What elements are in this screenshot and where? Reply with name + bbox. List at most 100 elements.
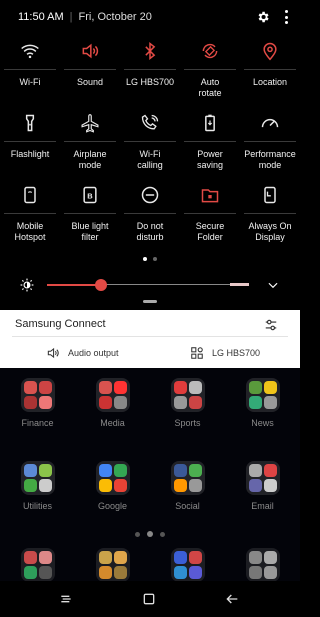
tile-divider [124, 69, 176, 70]
folder-icon [20, 461, 55, 495]
brightness-track-end [230, 283, 249, 286]
quick-setting-performance-mode[interactable]: Performance mode [240, 108, 300, 180]
brightness-track[interactable] [101, 284, 231, 285]
folder-icon [170, 378, 205, 412]
quick-setting-sound[interactable]: Sound [60, 36, 120, 108]
home-folder-media[interactable]: Media [75, 378, 150, 428]
tile-divider [124, 141, 176, 142]
wifi-calling-icon [139, 112, 161, 134]
quick-setting-label: Flashlight [10, 149, 50, 159]
quick-setting-label: Power saving [196, 149, 223, 170]
home-folder-label: Finance [21, 418, 54, 428]
dock-phone-app[interactable] [0, 548, 75, 582]
brightness-slider-handle[interactable] [95, 279, 107, 291]
quick-setting-mobile-hotspot[interactable]: Mobile Hotspot [0, 180, 60, 252]
home-page-dot [160, 531, 165, 537]
back-arrow-icon[interactable] [224, 591, 240, 607]
quick-setting-label: Airplane mode [73, 149, 107, 170]
quick-setting-label: LG HBS700 [125, 77, 175, 87]
tile-divider [64, 141, 116, 142]
power-saving-icon [199, 112, 221, 134]
home-folder-social[interactable]: Social [150, 461, 225, 511]
folder-icon [20, 378, 55, 412]
sliders-icon[interactable] [264, 318, 278, 332]
page-dot [153, 257, 157, 261]
gear-icon[interactable] [256, 10, 270, 24]
audio-output-label: Audio output [68, 348, 119, 358]
quick-setting-flashlight[interactable]: Flashlight [0, 108, 60, 180]
folder-icon [245, 461, 280, 495]
home-folder-google[interactable]: Google [75, 461, 150, 511]
quick-setting-blue-light-filter[interactable]: B Blue light filter [60, 180, 120, 252]
home-folder-label: Media [100, 418, 125, 428]
chevron-down-icon[interactable] [266, 278, 280, 292]
wifi-icon [19, 40, 41, 62]
quick-setting-label: Sound [76, 77, 104, 87]
home-screen: Finance Media Sports News Utilities Google So… [0, 368, 300, 617]
tile-divider [244, 213, 296, 214]
quick-setting-secure-folder[interactable]: Secure Folder [180, 180, 240, 252]
home-folder-label: Google [97, 501, 128, 511]
status-bar: 11:50 AM | Fri, October 20 [0, 0, 300, 34]
quick-setting-lg-hbs700[interactable]: LG HBS700 [120, 36, 180, 108]
recents-icon[interactable] [58, 591, 74, 607]
device-button[interactable]: LG HBS700 [190, 346, 260, 360]
speaker-icon [79, 40, 101, 62]
svg-text:B: B [87, 191, 93, 200]
tile-divider [64, 69, 116, 70]
quick-setting-label: Wi-Fi calling [137, 149, 163, 170]
home-icon[interactable] [141, 591, 157, 607]
navigation-bar [0, 581, 300, 617]
home-folder-news[interactable]: News [225, 378, 300, 428]
quick-setting-label: Location [252, 77, 288, 87]
quick-setting-airplane-mode[interactable]: Airplane mode [60, 108, 120, 180]
tile-divider [64, 213, 116, 214]
location-pin-icon [259, 40, 281, 62]
samsung-connect-panel: Samsung Connect Audio output LG HBS700 [0, 310, 300, 368]
device-grid-icon [191, 347, 203, 359]
tile-divider [184, 213, 236, 214]
tile-divider [4, 69, 56, 70]
always-on-display-icon [259, 184, 281, 206]
panel-drag-handle[interactable] [143, 300, 157, 303]
home-page-indicator [0, 531, 300, 537]
home-folder-utilities[interactable]: Utilities [0, 461, 75, 511]
quick-setting-auto-rotate[interactable]: Auto rotate [180, 36, 240, 108]
home-page-dot [135, 531, 140, 537]
quick-setting-label: Mobile Hotspot [14, 221, 46, 242]
quick-settings-page-indicator [0, 257, 300, 261]
home-folder-email[interactable]: Email [225, 461, 300, 511]
clock: 11:50 AM [18, 11, 64, 23]
quick-setting-always-on-display[interactable]: Always On Display [240, 180, 300, 252]
quick-setting-label: Performance mode [244, 149, 296, 170]
quick-setting-do-not-disturb[interactable]: Do not disturb [120, 180, 180, 252]
dock-apps-app[interactable] [150, 548, 225, 582]
quick-setting-wi-fi[interactable]: Wi-Fi [0, 36, 60, 108]
status-separator: | [69, 11, 73, 23]
home-folder-label: Utilities [22, 501, 52, 511]
more-vertical-icon[interactable] [284, 10, 288, 24]
speaker-waves-icon [47, 347, 59, 359]
home-page-dot-active [147, 531, 153, 537]
folder-icon [170, 461, 205, 495]
dock-messages-app[interactable] [75, 548, 150, 582]
page-dot-active [143, 257, 147, 261]
date: Fri, October 20 [78, 11, 152, 23]
flashlight-icon [19, 112, 41, 134]
home-folder-sports[interactable]: Sports [150, 378, 225, 428]
folder-icon [245, 378, 280, 412]
secure-folder-icon [199, 184, 221, 206]
brightness-auto-icon[interactable] [20, 278, 34, 292]
quick-setting-label: Wi-Fi [19, 77, 41, 87]
quick-setting-location[interactable]: Location [240, 36, 300, 108]
airplane-icon [79, 112, 101, 134]
home-row: Finance Media Sports News [0, 378, 300, 428]
dock-camera-app[interactable] [225, 548, 300, 582]
audio-output-button[interactable]: Audio output [46, 346, 119, 360]
tile-divider [184, 141, 236, 142]
home-folder-finance[interactable]: Finance [0, 378, 75, 428]
quick-setting-wi-fi-calling[interactable]: Wi-Fi calling [120, 108, 180, 180]
quick-setting-power-saving[interactable]: Power saving [180, 108, 240, 180]
tile-divider [4, 141, 56, 142]
quick-setting-label: Secure Folder [195, 221, 225, 242]
